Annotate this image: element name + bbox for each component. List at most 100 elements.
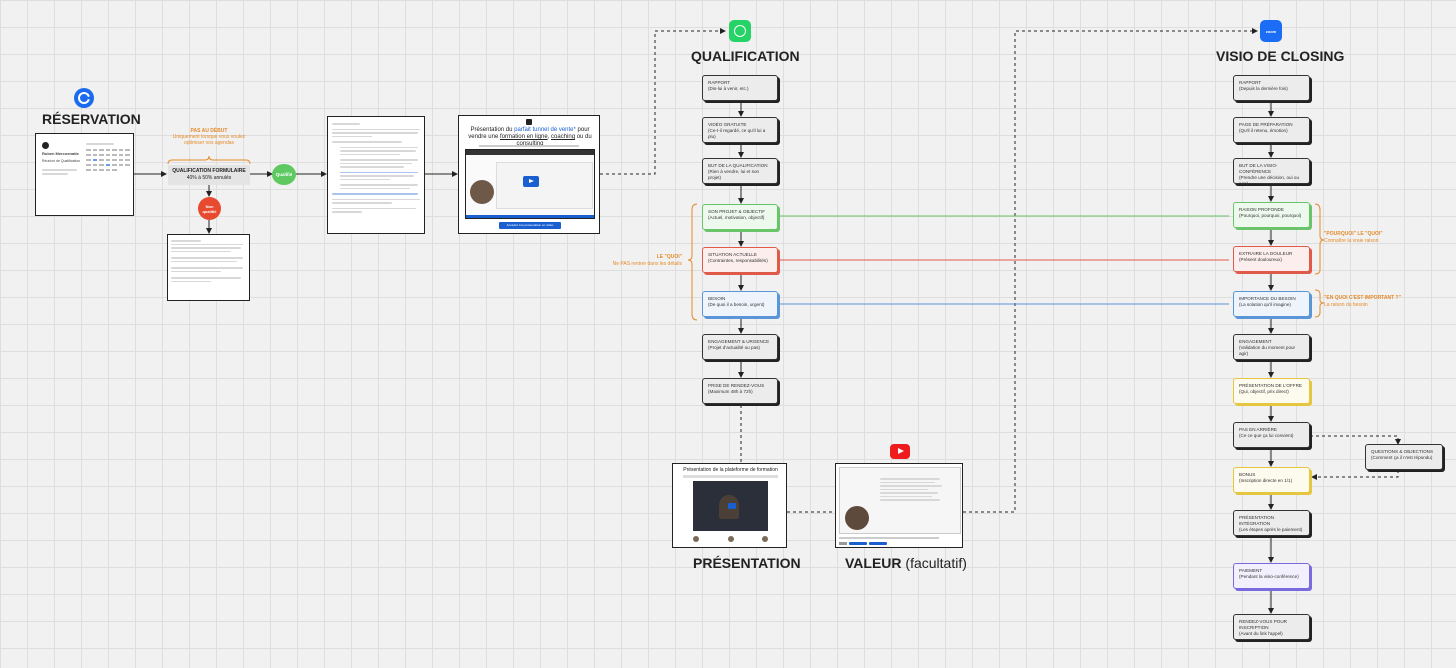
node-desc: (Les étapes après le paiement) <box>1239 527 1303 532</box>
flow-node: PAIEMENT (Pendant la visio-conférence) <box>1233 563 1310 589</box>
flow-node: BONUS (Inscription directe en 1/1) <box>1233 467 1310 493</box>
valeur-label: VALEUR <box>845 555 902 571</box>
watch-video-button[interactable]: Accédez à la présentation en vidéo <box>499 222 561 229</box>
node-desc: (Depuis la dernière fois) <box>1239 86 1288 91</box>
node-desc: (De quoi il a besoin, urgent) <box>708 302 765 307</box>
flow-node: ENGAGEMENT & URGENCE (Projet d'actualité … <box>702 334 778 360</box>
flow-node: RAISON PROFONDE (Pourquoi, pourquoi, pour… <box>1233 202 1310 228</box>
not-qualified-email-card <box>167 234 250 301</box>
presenter-avatar <box>470 180 494 204</box>
zoom-icon: zoom <box>1260 20 1282 42</box>
annotation-quoi-sub: Ne PAS rentrer dans les détails <box>612 261 682 267</box>
not-qualified-badge: Non qualifié <box>198 197 221 220</box>
node-desc: (Qu'il il retenu, émotion) <box>1239 128 1288 133</box>
calendar-grid <box>86 142 130 171</box>
title-qualification: QUALIFICATION <box>691 48 800 64</box>
platform-title: Présentation de la plateforme de formati… <box>683 467 778 473</box>
node-title: RENDEZ-VOUS POUR INSCRIPTION <box>1239 619 1287 630</box>
form-note-sub-2: optimiser vos agendas <box>183 140 235 146</box>
flow-node: ENGAGEMENT (Validation du moment pour agi… <box>1233 334 1310 360</box>
platform-video[interactable] <box>693 481 768 531</box>
node-desc: (Ce ce que ça lui convient) <box>1239 433 1294 438</box>
node-desc: (Pendant la visio-conférence) <box>1239 574 1299 579</box>
platform-authors <box>693 536 768 542</box>
flow-node: SITUATION ACTUELLE (Contraintes, responsa… <box>702 247 778 273</box>
node-title: PRÉSENTATION INTÉGRATION <box>1239 515 1275 526</box>
node-desc: (Présent douloureux) <box>1239 257 1282 262</box>
flow-node: RAPPORT (Dis-lui à venir, etc.) <box>702 75 778 101</box>
annotation-pourquoi-sub: Connaître la vraie raison <box>1324 238 1379 244</box>
video-player[interactable] <box>465 149 595 219</box>
annotation-important-sub: La raison du besoin <box>1324 302 1368 308</box>
calendar-event: Réunion de Qualification <box>42 159 81 163</box>
platform-play-icon[interactable] <box>728 503 736 509</box>
qualified-label: Qualifié <box>275 172 293 177</box>
flow-node: SON PROJET & OBJECTIF (Actuel, motivation… <box>702 204 778 230</box>
flow-node: IMPORTANCE DU BESOIN (La solution qu'il i… <box>1233 291 1310 317</box>
form-subtitle: 40% à 50% annulés <box>186 175 232 181</box>
node-desc: (Projet d'actualité ou pas) <box>708 345 760 350</box>
youtube-video[interactable] <box>839 467 961 534</box>
brand-logo-icon <box>526 119 532 125</box>
tunnel-link-formation: formation en ligne <box>499 134 548 140</box>
node-desc: (Comment ça il n'est répondu) <box>1371 455 1433 460</box>
form-note: PAS AU DÉBUT Uniquement lorsque vous vou… <box>168 128 250 146</box>
title-valeur: VALEUR (facultatif) <box>845 555 967 571</box>
tunnel-link-coaching: coaching <box>551 134 576 140</box>
annotation-pourquoi: "POURQUOI" LE "QUOI" Connaître la vraie … <box>1324 231 1444 245</box>
node-desc: (Ce-t-il regardé, ce qu'il lui a plu) <box>708 128 766 139</box>
node-desc: (Dis-lui à venir, etc.) <box>708 86 749 91</box>
node-desc: (Validation du moment pour agir) <box>1239 345 1296 356</box>
node-desc: (Contraintes, responsabilités) <box>708 258 768 263</box>
play-button[interactable] <box>523 176 539 187</box>
node-title: BUT DE LA VISIO-CONFÉRENCE <box>1239 163 1278 174</box>
valeur-avatar <box>845 506 869 530</box>
node-desc: (Prendre une décision, oui ou non) <box>1239 175 1300 186</box>
annotation-quoi-title: LE "QUOI" <box>656 254 682 260</box>
title-visio-closing: VISIO DE CLOSING <box>1216 48 1345 64</box>
calendar-name: Ruben Mercoenatie <box>42 151 79 156</box>
flow-node: BUT DE LA QUALIFICATION (Rien à vendre, l… <box>702 158 778 184</box>
qualified-badge: Qualifié <box>272 164 296 185</box>
node-desc: (Qui, objectif, prix direct) <box>1239 389 1289 394</box>
flow-node: PRISE DE RENDEZ-VOUS (Maximum 48h à 72h) <box>702 378 778 404</box>
calendar-details <box>42 167 77 177</box>
youtube-icon <box>890 444 910 459</box>
node-desc: (Maximum 48h à 72h) <box>708 389 753 394</box>
avatar <box>42 142 49 149</box>
flow-node: VIDÉO GRATUITE (Ce-t-il regardé, ce qu'il… <box>702 117 778 143</box>
valeur-suffix: (facultatif) <box>905 555 967 571</box>
qualified-email-card <box>327 116 425 234</box>
node-desc: (La solution qu'il imagine) <box>1239 302 1291 307</box>
annotation-important-title: "EN QUOI C'EST IMPORTANT ?" <box>1324 295 1401 301</box>
tunnel-title-pre: Présentation du <box>470 127 513 133</box>
node-desc: (Pourquoi, pourquoi, pourquoi) <box>1239 213 1302 218</box>
title-presentation: PRÉSENTATION <box>693 555 801 571</box>
dashed-to-zoom <box>963 28 1258 513</box>
flow-node: RAPPORT (Depuis la dernière fois) <box>1233 75 1310 101</box>
flow-node: PAGE DE PRÉPARATION (Qu'il il retenu, émo… <box>1233 117 1310 143</box>
annotation-pourquoi-title: "POURQUOI" LE "QUOI" <box>1324 231 1383 237</box>
form-title: QUALIFICATION FORMULAIRE <box>172 168 246 174</box>
platform-card: Présentation de la plateforme de formati… <box>672 463 787 548</box>
zoom-label: zoom <box>1265 28 1277 34</box>
calendly-icon <box>74 88 94 108</box>
not-qualified-label-2: qualifié <box>202 208 217 214</box>
flow-node: BUT DE LA VISIO-CONFÉRENCE (Prendre une d… <box>1233 158 1310 186</box>
node-desc: (Avant du link l'appel) <box>1239 631 1283 636</box>
flow-node: PAS EN ARRIÈRE (Ce ce que ça lui convient… <box>1233 422 1310 448</box>
whatsapp-icon <box>729 20 751 42</box>
flow-node: PRÉSENTATION DE L'OFFRE (Qui, objectif, p… <box>1233 378 1310 404</box>
form-qualification-box: QUALIFICATION FORMULAIRE 40% à 50% annul… <box>168 165 250 185</box>
flow-node: EXTRAIRE LA DOULEUR (Présent douloureux) <box>1233 246 1310 272</box>
node-desc: (Actuel, motivation, objectif) <box>708 215 765 220</box>
tunnel-title-link: parfait tunnel de vente* <box>514 127 576 133</box>
valeur-card <box>835 463 963 548</box>
presentation-tunnel-card: Présentation du parfait tunnel de vente*… <box>458 115 600 234</box>
objections-node: QUESTIONS & OBJECTIONS (Comment ça il n'… <box>1365 444 1443 470</box>
annotation-quoi: LE "QUOI" Ne PAS rentrer dans les détail… <box>600 254 682 268</box>
flow-node: BESOIN (De quoi il a besoin, urgent) <box>702 291 778 317</box>
flow-node: RENDEZ-VOUS POUR INSCRIPTION (Avant du li… <box>1233 614 1310 640</box>
title-reservation: RÉSERVATION <box>42 111 141 127</box>
node-desc: (Inscription directe en 1/1) <box>1239 478 1293 483</box>
